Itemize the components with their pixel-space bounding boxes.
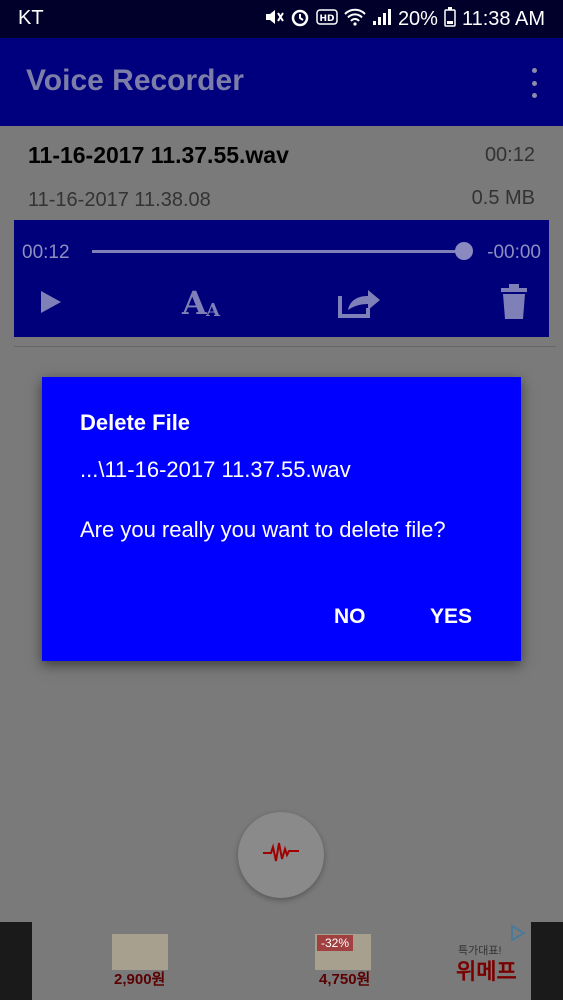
battery-icon: [444, 7, 456, 32]
ad-price: 2,900원: [114, 971, 166, 988]
ad-banner[interactable]: 2,900원 -32% 4,750원 특가대표! 위메프: [0, 922, 563, 1000]
no-button[interactable]: NO: [334, 605, 366, 629]
audio-player: 00:12 -00:00 AA: [14, 220, 549, 337]
share-icon[interactable]: [336, 282, 382, 322]
hd-icon: HD: [316, 9, 338, 30]
delete-icon[interactable]: [494, 282, 534, 322]
play-icon[interactable]: [30, 282, 70, 322]
svg-text:A: A: [205, 300, 221, 320]
delete-dialog: Delete File ...\11-16-2017 11.37.55.wav …: [42, 377, 521, 661]
file-name: 11-16-2017 11.37.55.wav: [28, 142, 289, 168]
seek-bar[interactable]: [92, 250, 464, 253]
alarm-icon: [290, 7, 310, 32]
battery-percent: 20%: [397, 8, 438, 30]
signal-icon: [372, 8, 392, 31]
yes-button[interactable]: YES: [430, 605, 472, 629]
dialog-title: Delete File: [80, 410, 191, 435]
app-title: Voice Recorder: [26, 64, 244, 97]
dialog-message: Are you really you want to delete file?: [80, 517, 446, 542]
mute-icon: [264, 8, 284, 31]
ad-content[interactable]: 2,900원 -32% 4,750원 특가대표! 위메프: [32, 922, 531, 1000]
ad-product-image: [112, 934, 168, 970]
file-date: 11-16-2017 11.38.08: [28, 189, 211, 211]
ad-discount-badge: -32%: [317, 935, 354, 951]
file-size: 0.5 MB: [471, 187, 535, 209]
ad-brand: 위메프: [456, 959, 517, 984]
clock: 11:38 AM: [461, 8, 545, 30]
record-fab[interactable]: [238, 812, 324, 898]
status-bar: KT HD 20% 11:38 AM: [0, 0, 563, 38]
waveform-icon: [261, 841, 301, 870]
ad-price: 4,750원: [319, 971, 371, 988]
more-vert-icon[interactable]: [527, 68, 541, 98]
text-size-icon[interactable]: AA: [180, 282, 228, 322]
dialog-file-path: ...\11-16-2017 11.37.55.wav: [80, 457, 351, 482]
carrier-label: KT: [18, 7, 44, 29]
wifi-icon: [344, 8, 366, 31]
current-time: 00:12: [22, 242, 70, 263]
app-bar: Voice Recorder: [0, 38, 563, 126]
svg-text:HD: HD: [319, 14, 334, 24]
seek-thumb[interactable]: [455, 242, 473, 260]
ad-choices-icon[interactable]: [509, 924, 527, 942]
remaining-time: -00:00: [487, 242, 541, 263]
svg-text:A: A: [181, 284, 208, 320]
status-icons: HD 20% 11:38 AM: [264, 7, 545, 32]
list-divider: [14, 346, 556, 347]
file-duration: 00:12: [484, 144, 535, 166]
